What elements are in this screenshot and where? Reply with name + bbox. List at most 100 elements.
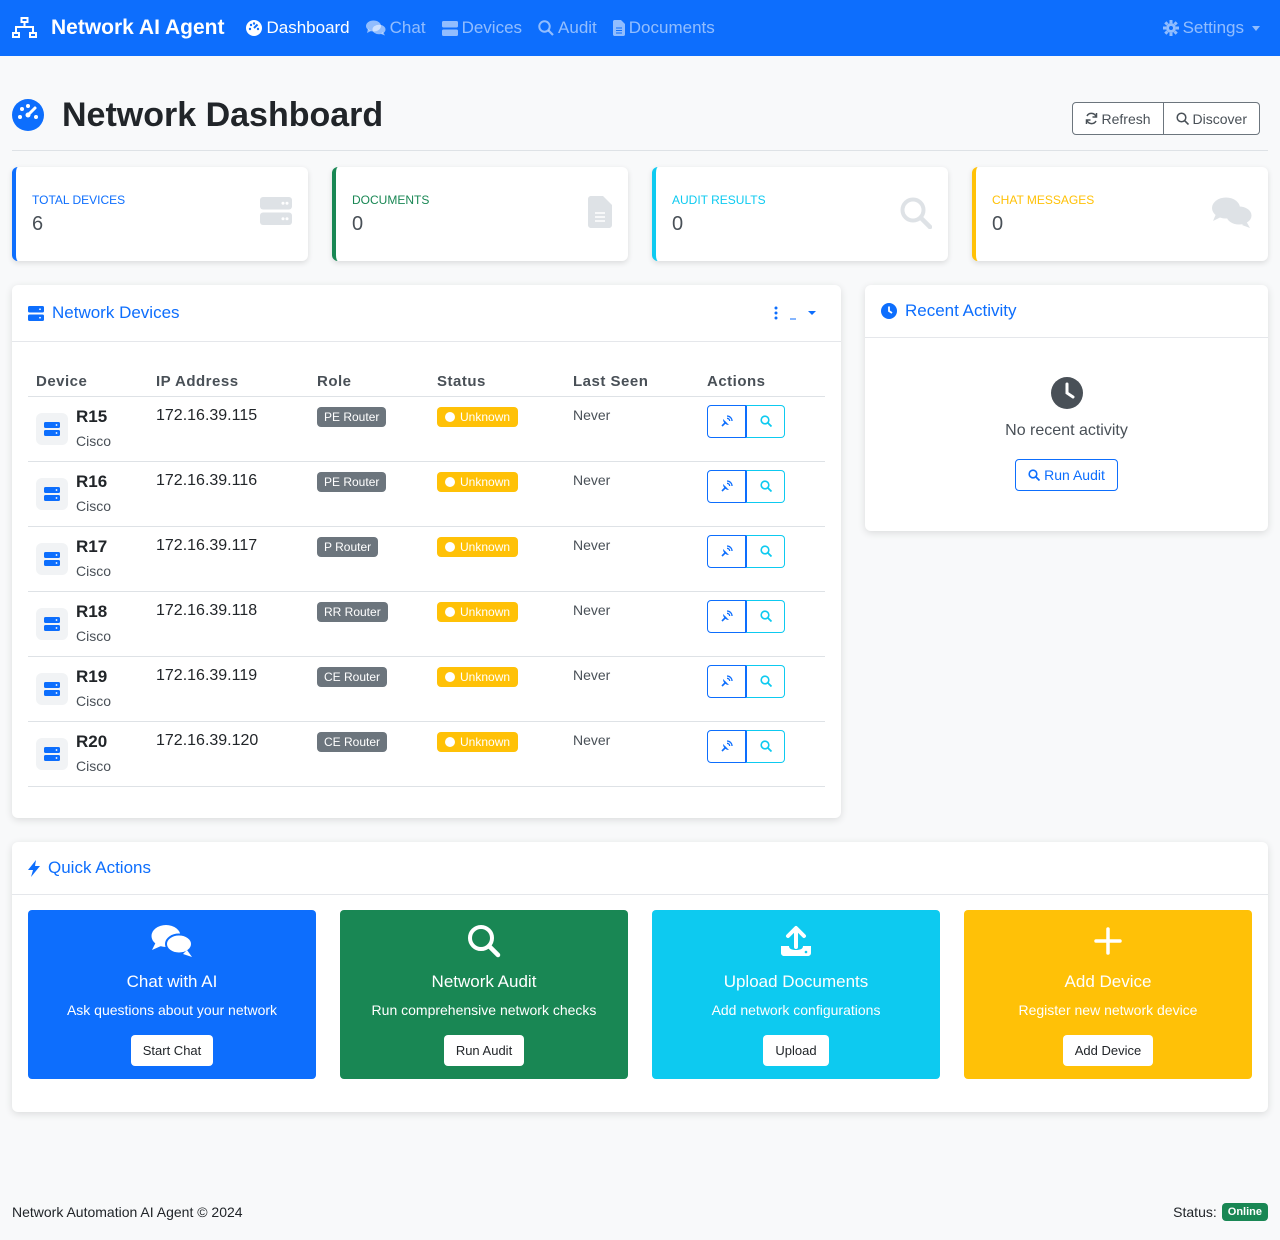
inspect-button[interactable] bbox=[746, 404, 785, 438]
status-text: Unknown bbox=[460, 474, 511, 489]
devices-table-body: R15 Cisco 172.16.39.115 PE Router Unknown Nev… bbox=[28, 396, 825, 787]
ip-address: 172.16.39.119 bbox=[148, 656, 309, 722]
satellite-dish-icon bbox=[720, 740, 733, 752]
ping-button[interactable] bbox=[707, 534, 746, 568]
status-dot-icon bbox=[445, 476, 455, 487]
refresh-button[interactable]: Refresh bbox=[1071, 102, 1164, 135]
role-badge: P Router bbox=[317, 536, 379, 557]
device-name: R20 bbox=[76, 731, 108, 751]
nav-devices-label: Devices bbox=[461, 18, 523, 37]
device-vendor: Cisco bbox=[76, 432, 112, 449]
inspect-button[interactable] bbox=[746, 469, 785, 503]
ping-button[interactable] bbox=[707, 599, 746, 633]
device-cell: R20 Cisco bbox=[28, 721, 148, 787]
column-header: IP Address bbox=[148, 367, 309, 397]
server-icon bbox=[36, 542, 68, 575]
device-vendor: Cisco bbox=[76, 757, 112, 774]
brand[interactable]: Network AI Agent bbox=[12, 16, 224, 40]
search-icon bbox=[759, 675, 772, 687]
column-header: Device bbox=[28, 367, 148, 397]
inspect-button[interactable] bbox=[746, 534, 785, 568]
start-chat-button[interactable]: Start Chat bbox=[130, 1035, 214, 1066]
inspect-button[interactable] bbox=[746, 664, 785, 698]
role-cell: PE Router bbox=[309, 396, 429, 462]
status-label: Status: bbox=[1173, 1204, 1217, 1220]
nav-chat[interactable]: Chat bbox=[365, 18, 426, 38]
actions-cell bbox=[699, 656, 825, 722]
quick-action-description: Add network configurations bbox=[711, 1002, 881, 1018]
stat-label: Audit Results bbox=[672, 193, 766, 207]
table-row: R17 Cisco 172.16.39.117 P Router Unknown Neve… bbox=[28, 526, 825, 592]
run-audit-quick-button[interactable]: Run Audit bbox=[443, 1035, 525, 1066]
activity-empty-state: No recent activity Run Audit bbox=[865, 338, 1268, 491]
more-options-icon[interactable] bbox=[774, 306, 825, 320]
ping-button[interactable] bbox=[707, 404, 746, 438]
settings-dropdown[interactable]: Settings bbox=[1162, 18, 1260, 38]
ping-button[interactable] bbox=[707, 469, 746, 503]
plus-icon bbox=[1094, 927, 1122, 955]
status-cell: Unknown bbox=[429, 656, 565, 722]
quick-action-description: Register new network device bbox=[1018, 1002, 1198, 1018]
nav-documents[interactable]: Documents bbox=[612, 18, 715, 38]
bolt-icon bbox=[28, 859, 40, 877]
device-cell: R16 Cisco bbox=[28, 461, 148, 527]
clock-icon bbox=[881, 303, 897, 319]
satellite-dish-icon bbox=[720, 675, 733, 687]
quick-action-title: Upload Documents bbox=[723, 972, 869, 991]
device-vendor: Cisco bbox=[76, 562, 112, 579]
upload-button[interactable]: Upload bbox=[763, 1035, 829, 1066]
stat-card-chat-messages: Chat Messages 0 bbox=[972, 167, 1268, 261]
add-device-button[interactable]: Add Device bbox=[1062, 1035, 1154, 1066]
ip-address: 172.16.39.116 bbox=[148, 461, 309, 527]
devices-card-title: Network Devices bbox=[52, 303, 180, 322]
comments-icon bbox=[151, 925, 193, 957]
server-icon bbox=[28, 305, 44, 321]
search-icon bbox=[468, 925, 501, 958]
nav-audit[interactable]: Audit bbox=[538, 18, 597, 38]
status-badge: Unknown bbox=[437, 666, 519, 687]
nav-dashboard[interactable]: Dashboard bbox=[246, 18, 350, 38]
chevron-down-icon bbox=[808, 311, 816, 315]
quick-action-chat: Chat with AI Ask questions about your ne… bbox=[28, 910, 316, 1079]
role-cell: RR Router bbox=[309, 591, 429, 657]
device-vendor: Cisco bbox=[76, 497, 112, 514]
quick-action-title: Chat with AI bbox=[126, 972, 218, 991]
nav-devices[interactable]: Devices bbox=[441, 18, 523, 38]
search-icon bbox=[759, 480, 772, 492]
stat-value: 0 bbox=[352, 213, 364, 235]
stat-value: 6 bbox=[32, 213, 44, 235]
file-icon bbox=[588, 196, 612, 228]
server-icon bbox=[36, 477, 68, 510]
quick-action-add-device: Add Device Register new network device A… bbox=[964, 910, 1252, 1079]
role-badge: RR Router bbox=[317, 601, 388, 622]
page-title: Network Dashboard bbox=[62, 96, 384, 134]
status-badge: Unknown bbox=[437, 471, 519, 492]
status-text: Unknown bbox=[460, 409, 511, 424]
run-audit-button[interactable]: Run Audit bbox=[1015, 459, 1118, 491]
ip-address: 172.16.39.115 bbox=[148, 396, 309, 462]
status-dot-icon bbox=[445, 541, 455, 552]
inspect-button[interactable] bbox=[746, 729, 785, 763]
quick-action-title: Add Device bbox=[1064, 972, 1152, 991]
satellite-dish-icon bbox=[720, 545, 733, 557]
actions-cell bbox=[699, 721, 825, 787]
discover-button[interactable]: Discover bbox=[1163, 102, 1260, 135]
ping-button[interactable] bbox=[707, 664, 746, 698]
last-seen: Never bbox=[565, 461, 699, 527]
actions-cell bbox=[699, 591, 825, 657]
run-audit-label: Run Audit bbox=[1044, 467, 1105, 483]
quick-action-upload: Upload Documents Add network configurati… bbox=[652, 910, 940, 1079]
server-icon bbox=[36, 607, 68, 640]
ping-button[interactable] bbox=[707, 729, 746, 763]
device-name: R15 bbox=[76, 406, 108, 426]
nav-chat-label: Chat bbox=[389, 18, 426, 37]
role-badge: PE Router bbox=[317, 406, 387, 427]
last-seen: Never bbox=[565, 721, 699, 787]
table-row: R16 Cisco 172.16.39.116 PE Router Unknown Nev… bbox=[28, 461, 825, 527]
status-badge: Unknown bbox=[437, 601, 519, 622]
status-dot-icon bbox=[445, 736, 455, 747]
server-icon bbox=[441, 20, 458, 36]
inspect-button[interactable] bbox=[746, 599, 785, 633]
quick-action-description: Ask questions about your network bbox=[66, 1002, 278, 1018]
server-icon bbox=[260, 197, 292, 225]
